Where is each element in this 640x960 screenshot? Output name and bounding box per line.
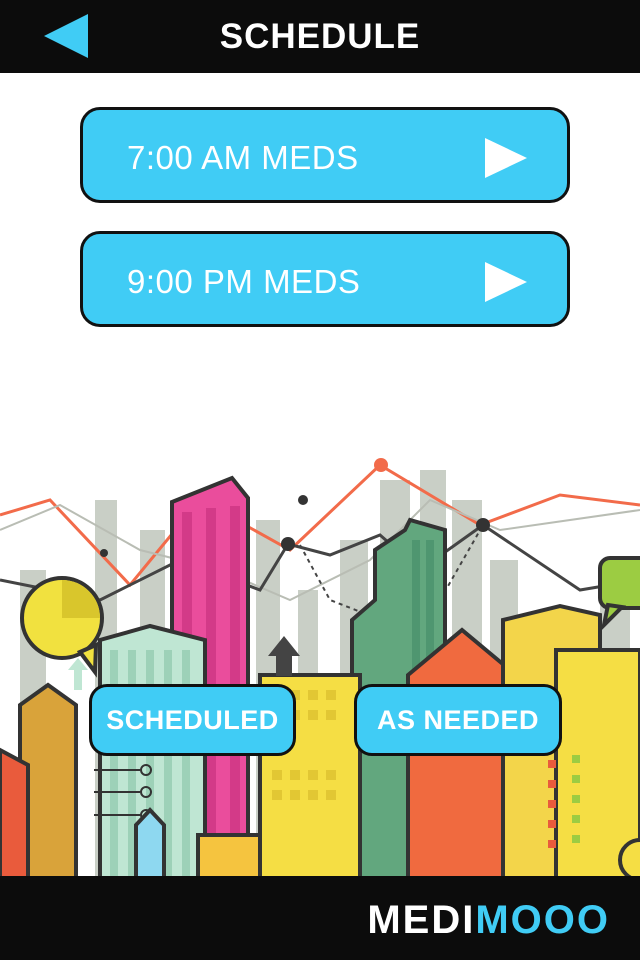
play-icon bbox=[485, 262, 527, 302]
city-skyline-illustration bbox=[0, 458, 640, 880]
tab-scheduled[interactable]: SCHEDULED bbox=[89, 684, 296, 756]
brand-logo: MEDIMOOO bbox=[367, 898, 610, 942]
brand-logo-part2: MOOO bbox=[475, 898, 610, 942]
schedule-item-evening-meds[interactable]: 9:00 PM MEDS bbox=[80, 231, 570, 327]
tab-as-needed[interactable]: AS NEEDED bbox=[354, 684, 562, 756]
footer-bar: MEDIMOOO bbox=[0, 876, 640, 960]
schedule-item-morning-meds[interactable]: 7:00 AM MEDS bbox=[80, 107, 570, 203]
play-icon bbox=[485, 138, 527, 178]
header-bar: SCHEDULE bbox=[0, 0, 640, 73]
schedule-item-label: 7:00 AM MEDS bbox=[127, 139, 359, 176]
schedule-item-label: 9:00 PM MEDS bbox=[127, 263, 361, 300]
brand-logo-part1: MEDI bbox=[367, 898, 476, 942]
page-title: SCHEDULE bbox=[219, 17, 421, 56]
